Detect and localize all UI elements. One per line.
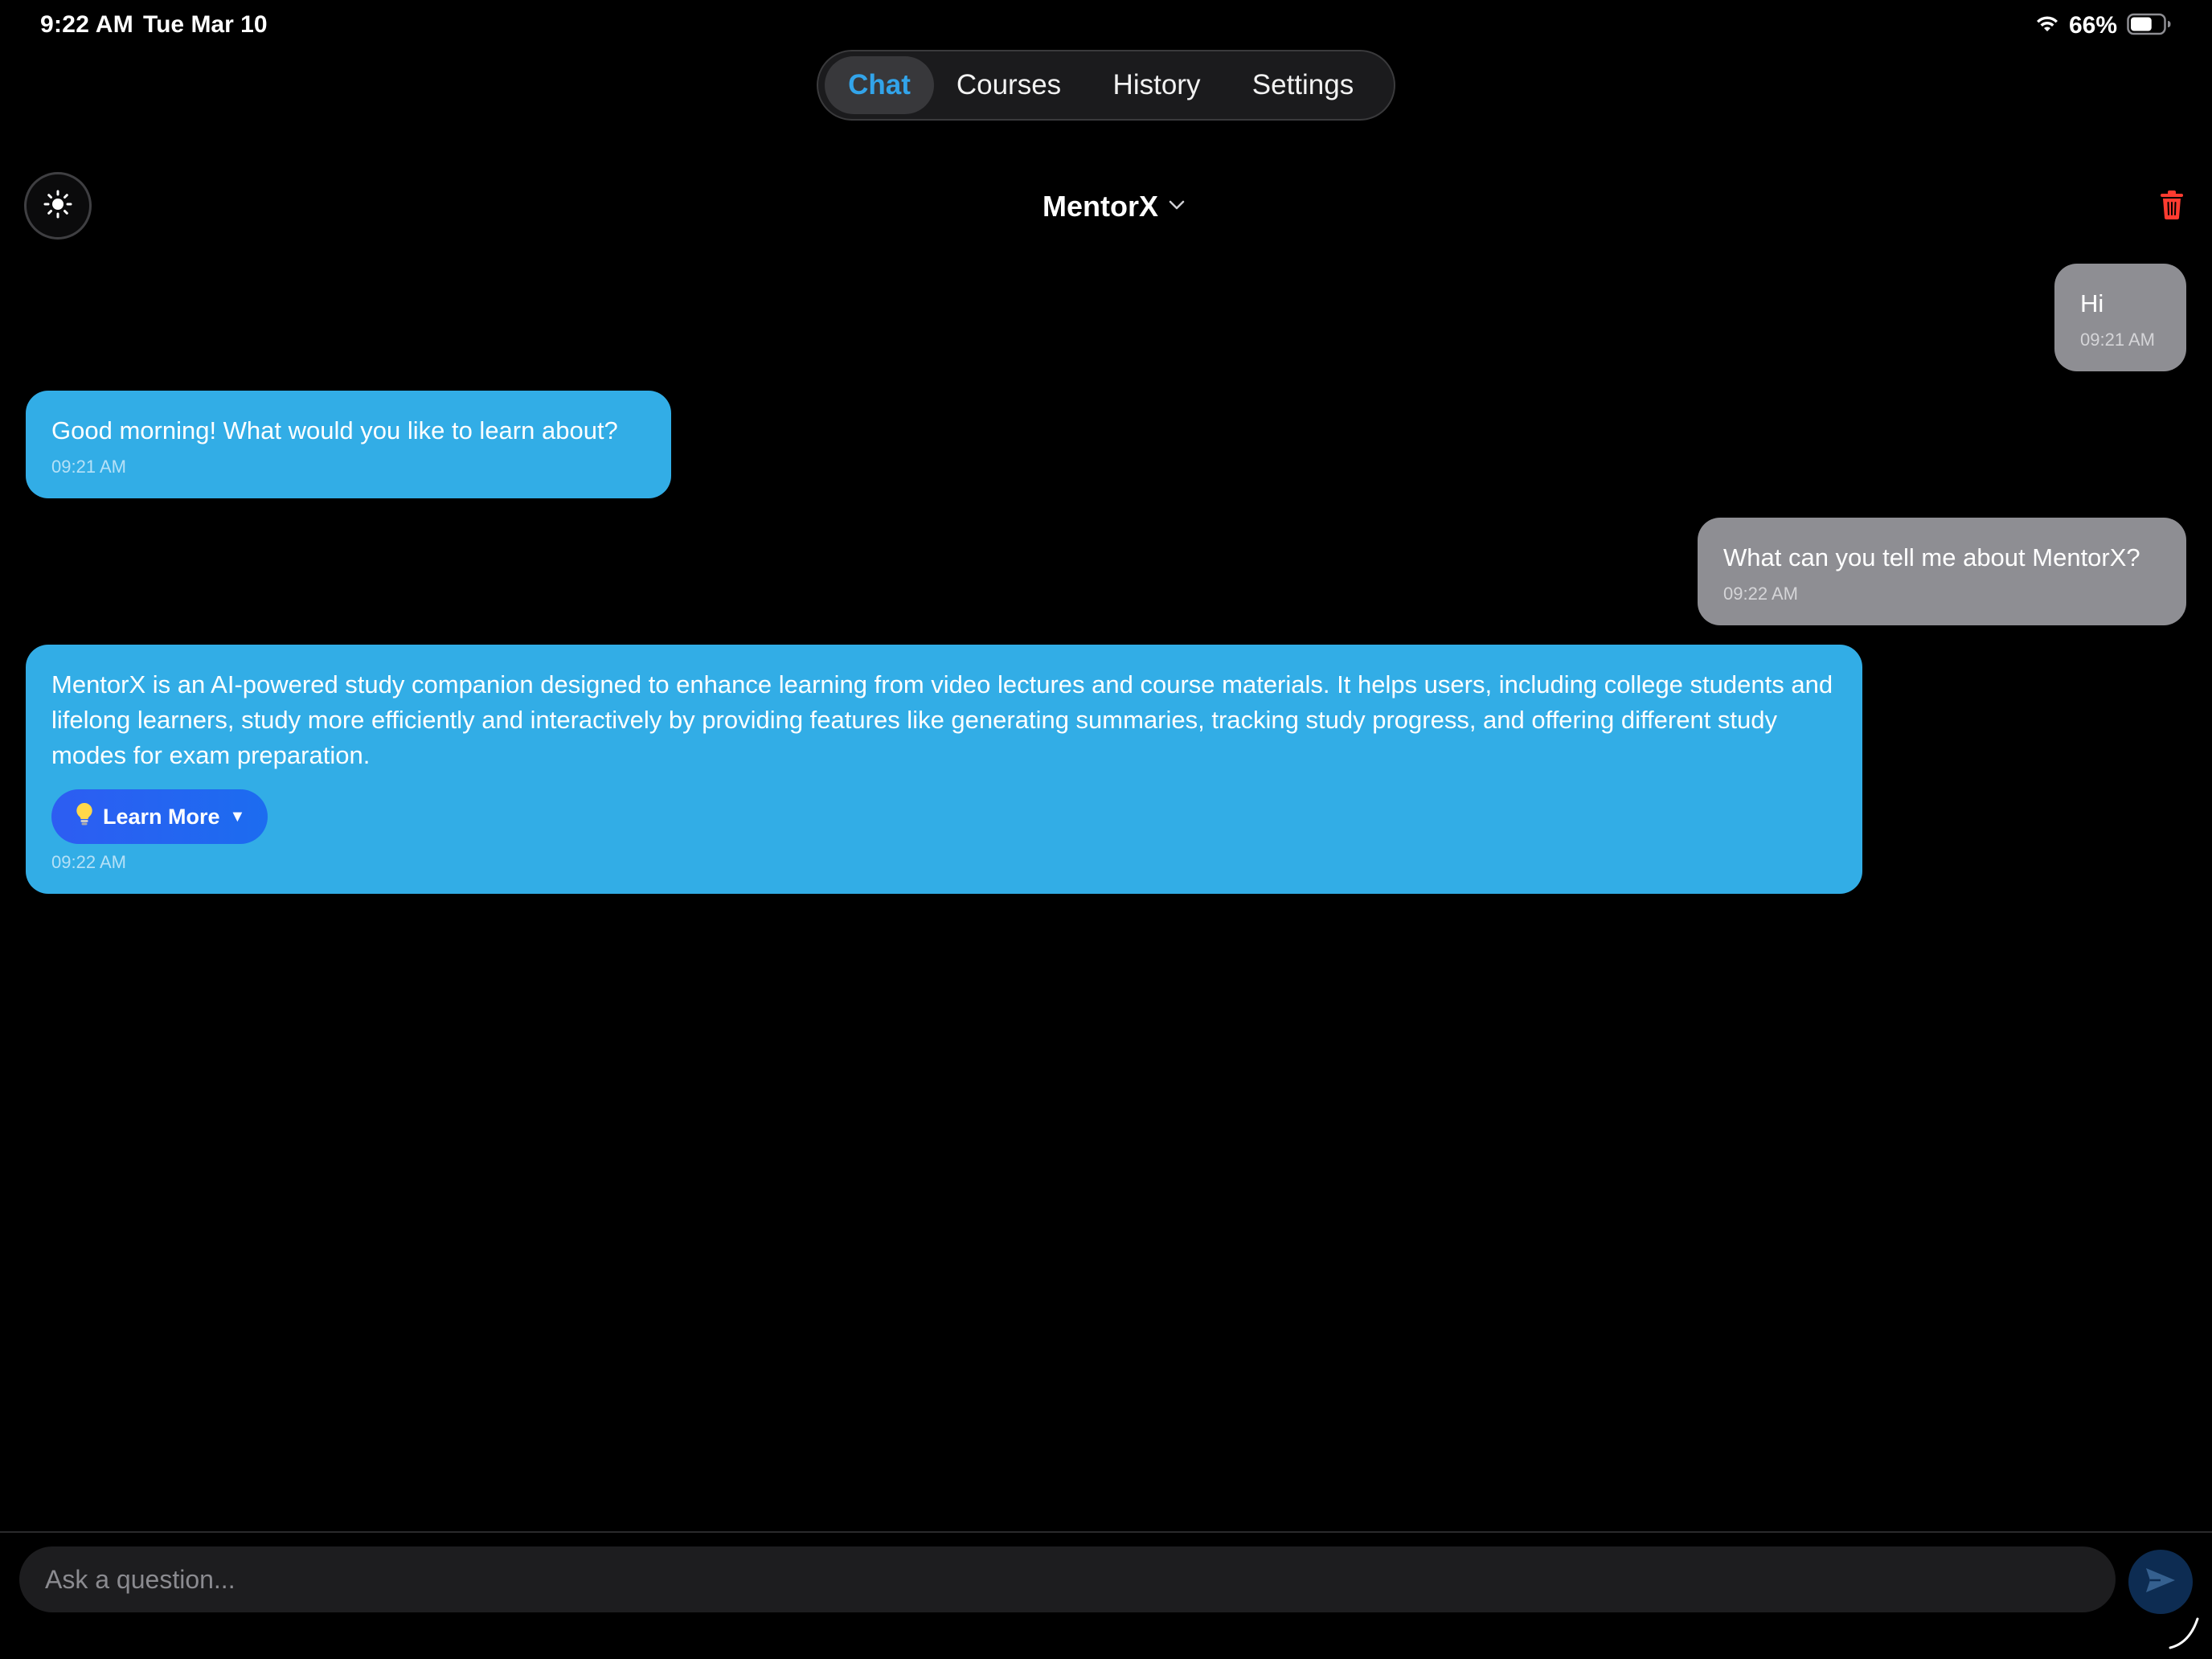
message-assistant: MentorX is an AI-powered study companion…	[26, 645, 1862, 894]
delete-chat-button[interactable]	[2154, 188, 2189, 225]
message-time: 09:21 AM	[51, 457, 126, 477]
learn-more-button[interactable]: Learn More ▼	[51, 789, 268, 844]
status-date: Tue Mar 10	[143, 11, 268, 38]
send-icon	[2144, 1567, 2177, 1598]
resize-handle[interactable]	[2165, 1614, 2202, 1651]
message-assistant: Good morning! What would you like to lea…	[26, 391, 671, 498]
tab-settings[interactable]: Settings	[1230, 56, 1376, 114]
message-text: What can you tell me about MentorX?	[1723, 543, 2140, 571]
tab-chat[interactable]: Chat	[825, 56, 934, 114]
chevron-down-icon	[1168, 199, 1186, 215]
trash-icon	[2160, 190, 2184, 224]
tab-history[interactable]: History	[1083, 56, 1230, 114]
battery-percent: 66%	[2068, 12, 2117, 39]
battery-icon	[2127, 13, 2172, 39]
message-time: 09:22 AM	[1723, 584, 1798, 604]
message-text: Hi	[2080, 289, 2104, 317]
top-tab-bar: Chat Courses History Settings	[817, 50, 1395, 121]
message-user: What can you tell me about MentorX? 09:2…	[1698, 518, 2186, 625]
message-text: MentorX is an AI-powered study companion…	[51, 670, 1833, 769]
composer-divider	[0, 1531, 2212, 1533]
caret-down-icon: ▼	[229, 807, 246, 825]
status-time: 9:22 AM	[40, 11, 134, 38]
question-input[interactable]	[19, 1546, 2116, 1612]
message-text: Good morning! What would you like to lea…	[51, 416, 618, 444]
learn-more-label: Learn More	[103, 804, 220, 829]
lightbulb-icon	[76, 802, 93, 832]
status-indicators: 66%	[2035, 11, 2172, 40]
send-button[interactable]	[2128, 1550, 2193, 1614]
message-user: Hi 09:21 AM	[2054, 264, 2186, 371]
tab-courses[interactable]: Courses	[934, 56, 1083, 114]
sun-icon	[43, 189, 73, 223]
status-bar: 9:22 AM Tue Mar 10 66%	[0, 0, 2212, 51]
model-picker[interactable]: MentorX	[1026, 186, 1202, 227]
message-time: 09:22 AM	[51, 852, 126, 872]
wifi-icon	[2035, 14, 2059, 38]
message-time: 09:21 AM	[2080, 330, 2155, 350]
model-name: MentorX	[1043, 190, 1158, 223]
theme-toggle-button[interactable]	[24, 172, 92, 240]
